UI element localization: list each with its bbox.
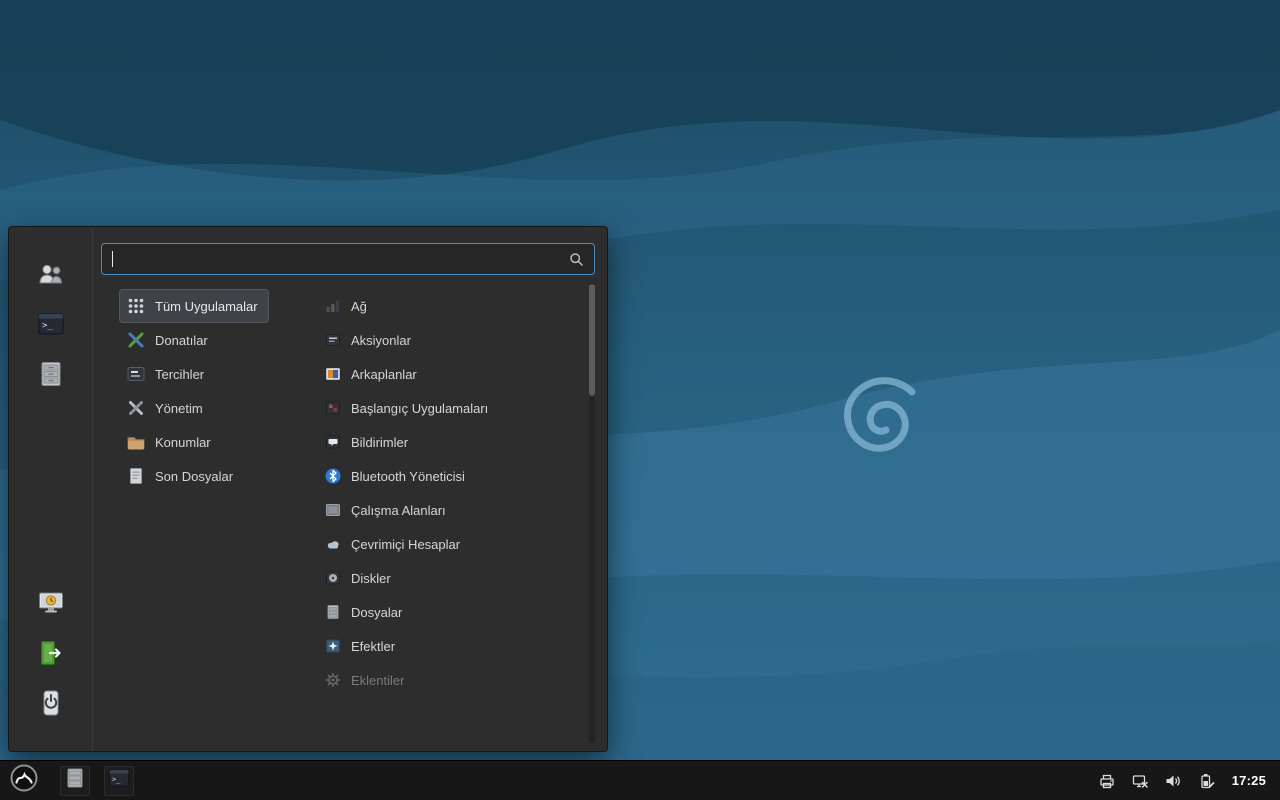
favorite-terminal-button[interactable]: >_ xyxy=(31,310,71,342)
category-places[interactable]: Konumlar xyxy=(119,425,269,459)
app-workspaces[interactable]: Çalışma Alanları xyxy=(317,493,577,527)
menu-sidebar: >_ xyxy=(9,227,93,751)
file-cabinet-icon xyxy=(63,766,87,795)
online-accounts-icon xyxy=(324,535,342,553)
app-label: Diskler xyxy=(351,570,391,586)
app-label: Arkaplanlar xyxy=(351,366,417,382)
shutdown-icon xyxy=(36,688,66,723)
app-label: Dosyalar xyxy=(351,604,403,620)
users-icon xyxy=(36,259,66,294)
terminal-icon: >_ xyxy=(107,766,131,795)
app-online-accounts[interactable]: Çevrimiçi Hesaplar xyxy=(317,527,577,561)
effects-icon xyxy=(324,637,342,655)
favorite-users-button[interactable] xyxy=(31,260,71,292)
app-label: Eklentiler xyxy=(351,672,405,688)
menu-columns: Tüm Uygulamalar Donatılar Tercihler Yöne… xyxy=(101,289,595,741)
shutdown-button[interactable] xyxy=(31,689,71,721)
session-buttons xyxy=(31,589,71,721)
logout-icon xyxy=(36,638,66,673)
app-label: Çalışma Alanları xyxy=(351,502,446,518)
search-icon xyxy=(569,252,584,267)
files-icon xyxy=(324,603,342,621)
terminal-icon: >_ xyxy=(36,309,66,344)
recent-files-icon xyxy=(126,466,146,486)
category-list: Tüm Uygulamalar Donatılar Tercihler Yöne… xyxy=(119,289,269,741)
menu-logo-icon xyxy=(9,763,39,798)
app-disks[interactable]: Diskler xyxy=(317,561,577,595)
app-startup-applications[interactable]: Başlangıç Uygulamaları xyxy=(317,391,577,425)
logout-button[interactable] xyxy=(31,639,71,671)
volume-icon[interactable] xyxy=(1164,772,1182,790)
clock[interactable]: 17:25 xyxy=(1232,773,1266,788)
app-label: Aksiyonlar xyxy=(351,332,411,348)
application-list: Ağ Aksiyonlar Arkaplanlar Başlangıç Uygu… xyxy=(317,289,577,741)
network-offline-icon[interactable] xyxy=(1131,772,1149,790)
app-notifications[interactable]: Bildirimler xyxy=(317,425,577,459)
accessories-icon xyxy=(126,330,146,350)
app-effects[interactable]: Efektler xyxy=(317,629,577,663)
scrollbar-thumb[interactable] xyxy=(589,284,595,396)
app-label: Başlangıç Uygulamaları xyxy=(351,400,489,416)
app-list-scrollbar xyxy=(589,283,595,743)
category-preferences[interactable]: Tercihler xyxy=(119,357,269,391)
extensions-icon xyxy=(324,671,342,689)
category-label: Son Dosyalar xyxy=(155,468,234,484)
app-bluetooth-manager[interactable]: Bluetooth Yöneticisi xyxy=(317,459,577,493)
launcher-file-manager[interactable] xyxy=(60,765,90,796)
search-input[interactable] xyxy=(115,251,569,267)
category-recent-files[interactable]: Son Dosyalar xyxy=(119,459,269,493)
svg-text:>_: >_ xyxy=(42,321,53,331)
preferences-icon xyxy=(126,364,146,384)
all-applications-icon xyxy=(126,296,146,316)
app-label: Efektler xyxy=(351,638,396,654)
category-administration[interactable]: Yönetim xyxy=(119,391,269,425)
search-field[interactable] xyxy=(101,243,595,275)
application-menu: >_ Tüm Uygulamalar Donatılar Tercihler Y… xyxy=(8,226,608,752)
category-label: Donatılar xyxy=(155,332,208,348)
administration-icon xyxy=(126,398,146,418)
app-label: Bildirimler xyxy=(351,434,409,450)
text-caret xyxy=(112,251,113,267)
app-extensions[interactable]: Eklentiler xyxy=(317,663,577,697)
actions-icon xyxy=(324,331,342,349)
file-cabinet-icon xyxy=(36,359,66,394)
app-label: Ağ xyxy=(351,298,367,314)
places-icon xyxy=(126,432,146,452)
battery-icon[interactable] xyxy=(1197,772,1215,790)
network-icon xyxy=(324,297,342,315)
backgrounds-icon xyxy=(324,365,342,383)
workspaces-icon xyxy=(324,501,342,519)
category-all-applications[interactable]: Tüm Uygulamalar xyxy=(119,289,269,323)
startup-applications-icon xyxy=(324,399,342,417)
category-accessories[interactable]: Donatılar xyxy=(119,323,269,357)
app-label: Çevrimiçi Hesaplar xyxy=(351,536,461,552)
app-network[interactable]: Ağ xyxy=(317,289,577,323)
printer-icon[interactable] xyxy=(1098,772,1116,790)
lock-screen-button[interactable] xyxy=(31,589,71,621)
svg-text:>_: >_ xyxy=(112,776,121,784)
app-label: Bluetooth Yöneticisi xyxy=(351,468,465,484)
category-label: Tüm Uygulamalar xyxy=(155,298,258,314)
app-files[interactable]: Dosyalar xyxy=(317,595,577,629)
taskbar-panel: >_ 17:25 xyxy=(0,760,1280,800)
desktop: >_ Tüm Uygulamalar Donatılar Tercihler Y… xyxy=(0,0,1280,800)
category-label: Konumlar xyxy=(155,434,211,450)
favorite-file-manager-button[interactable] xyxy=(31,360,71,392)
menu-button[interactable] xyxy=(8,763,40,798)
category-label: Yönetim xyxy=(155,400,203,416)
app-actions[interactable]: Aksiyonlar xyxy=(317,323,577,357)
lock-screen-icon xyxy=(36,588,66,623)
disks-icon xyxy=(324,569,342,587)
notifications-icon xyxy=(324,433,342,451)
app-backgrounds[interactable]: Arkaplanlar xyxy=(317,357,577,391)
bluetooth-icon xyxy=(324,467,342,485)
launcher-terminal[interactable]: >_ xyxy=(104,765,134,796)
menu-main: Tüm Uygulamalar Donatılar Tercihler Yöne… xyxy=(93,227,607,751)
system-tray: 17:25 xyxy=(1098,772,1272,790)
category-label: Tercihler xyxy=(155,366,205,382)
